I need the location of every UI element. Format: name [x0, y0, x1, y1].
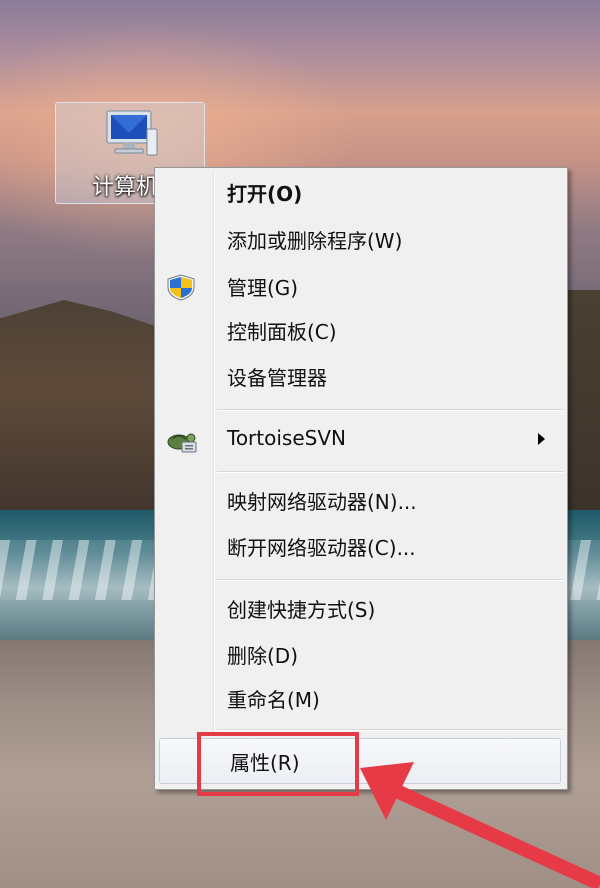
menu-item-label: 映射网络驱动器(N)...: [227, 489, 417, 514]
context-menu: 打开(O) 添加或删除程序(W) 管理(G) 控制面板(C) 设备管理器 Tor…: [154, 167, 568, 790]
menu-item-label: 重命名(M): [227, 687, 320, 712]
menu-item-label: 删除(D): [227, 643, 299, 668]
menu-item-create-shortcut[interactable]: 创建快捷方式(S): [157, 587, 565, 629]
menu-item-open[interactable]: 打开(O): [157, 171, 565, 213]
menu-separator: [217, 409, 563, 410]
menu-item-label: TortoiseSVN: [227, 426, 346, 450]
menu-item-label: 创建快捷方式(S): [227, 597, 376, 622]
menu-separator: [217, 579, 563, 580]
menu-item-delete[interactable]: 删除(D): [157, 633, 565, 675]
uac-shield-icon: [167, 274, 195, 301]
annotation-highlight-box: [197, 732, 359, 796]
menu-item-label: 控制面板(C): [227, 319, 337, 344]
tortoisesvn-icon: [167, 433, 197, 453]
menu-item-control-panel[interactable]: 控制面板(C): [157, 309, 565, 351]
menu-separator: [217, 729, 563, 730]
menu-item-manage[interactable]: 管理(G): [157, 265, 565, 307]
menu-item-rename[interactable]: 重命名(M): [157, 677, 565, 719]
menu-item-label: 打开(O): [227, 181, 303, 206]
menu-item-disconnect-network-drive[interactable]: 断开网络驱动器(C)...: [157, 525, 565, 567]
wallpaper-cliff: [0, 300, 160, 530]
menu-item-label: 断开网络驱动器(C)...: [227, 535, 416, 560]
menu-item-tortoisesvn[interactable]: TortoiseSVN: [157, 417, 565, 459]
menu-item-label: 添加或删除程序(W): [227, 228, 403, 253]
menu-item-add-remove-programs[interactable]: 添加或删除程序(W): [157, 218, 565, 260]
submenu-arrow-icon: [538, 433, 545, 445]
menu-item-label: 设备管理器: [227, 365, 327, 390]
annotation-arrow-icon: [360, 762, 600, 888]
menu-item-device-manager[interactable]: 设备管理器: [157, 355, 565, 397]
desktop-icon-label: 计算机: [92, 175, 159, 200]
menu-separator: [217, 471, 563, 472]
menu-item-label: 管理(G): [227, 275, 299, 300]
computer-icon: [106, 110, 158, 156]
menu-item-map-network-drive[interactable]: 映射网络驱动器(N)...: [157, 479, 565, 521]
